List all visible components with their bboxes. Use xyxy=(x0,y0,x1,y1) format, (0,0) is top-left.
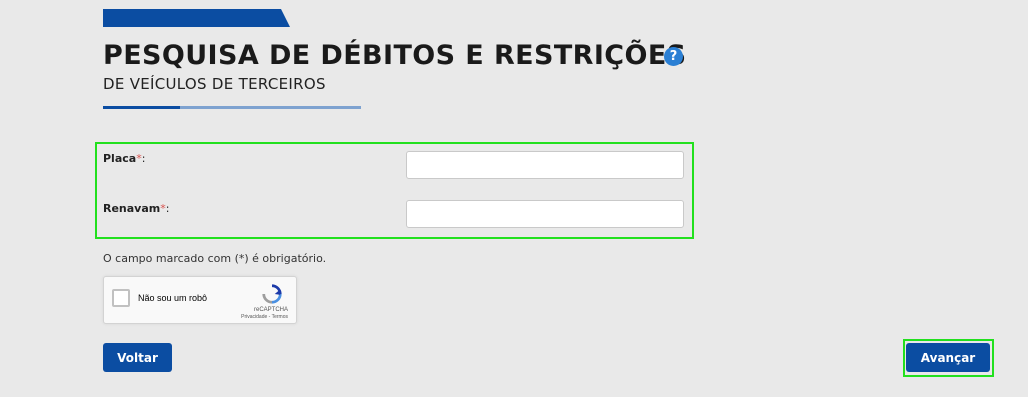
recaptcha-privacy-terms-links[interactable]: Privacidade - Termos xyxy=(241,314,288,320)
back-button[interactable]: Voltar xyxy=(103,343,172,372)
renavam-input[interactable] xyxy=(406,200,684,228)
recaptcha-checkbox[interactable] xyxy=(112,289,130,307)
placa-label-text: Placa xyxy=(103,152,137,165)
renavam-label: Renavam*: xyxy=(103,202,169,215)
placa-label: Placa*: xyxy=(103,152,145,165)
header-banner-stripe xyxy=(103,9,290,27)
page-title: PESQUISA DE DÉBITOS E RESTRIÇÕES xyxy=(103,40,687,71)
help-icon[interactable]: ? xyxy=(664,47,683,66)
label-colon: : xyxy=(141,152,146,165)
label-colon: : xyxy=(165,202,170,215)
next-button[interactable]: Avançar xyxy=(906,343,990,372)
placa-input[interactable] xyxy=(406,151,684,179)
required-fields-note: O campo marcado com (*) é obrigatório. xyxy=(103,252,327,265)
recaptcha-brand: reCAPTCHA xyxy=(253,307,288,313)
recaptcha-widget: Não sou um robô reCAPTCHA Privacidade - … xyxy=(103,276,297,324)
renavam-label-text: Renavam xyxy=(103,202,161,215)
recaptcha-logo-icon xyxy=(262,284,282,304)
page-subtitle: DE VEÍCULOS DE TERCEIROS xyxy=(103,75,326,93)
title-underline-accent xyxy=(103,106,180,109)
recaptcha-label: Não sou um robô xyxy=(138,293,208,303)
